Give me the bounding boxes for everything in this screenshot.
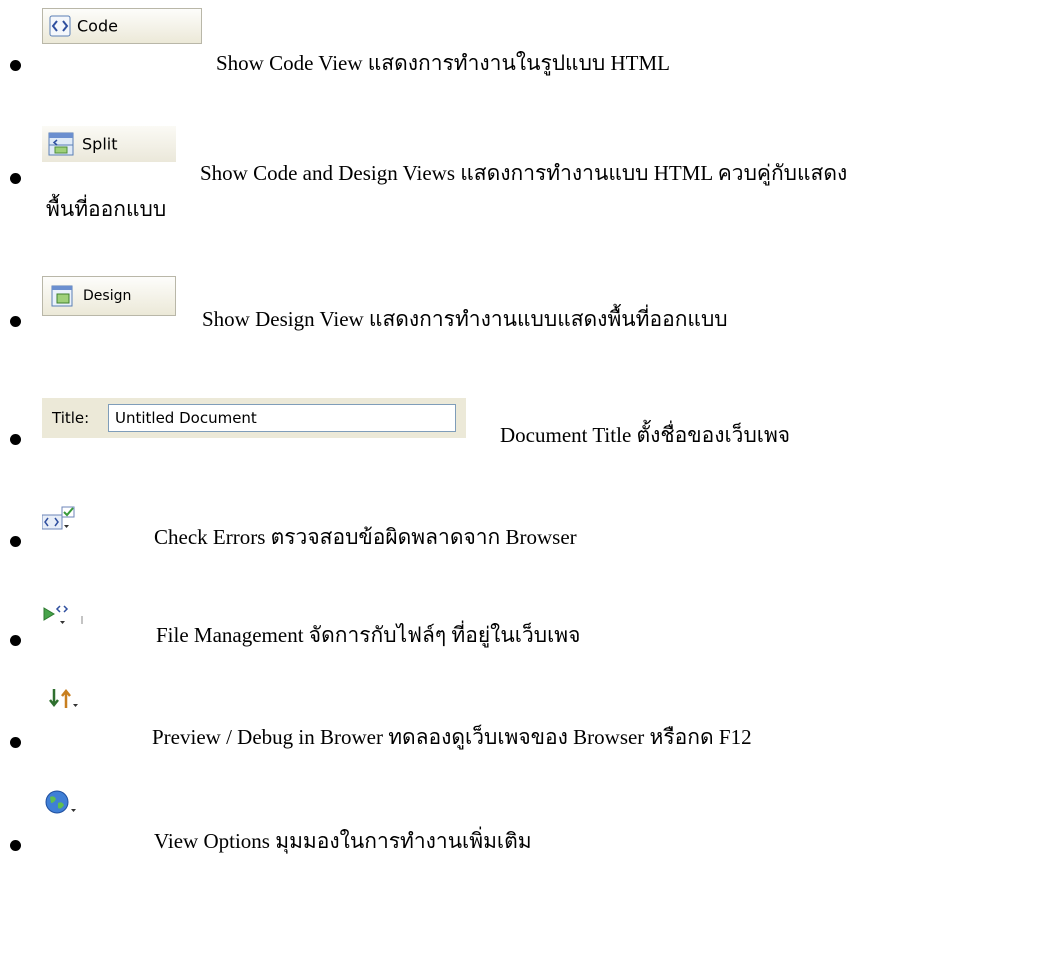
bullet bbox=[10, 840, 21, 851]
design-view-button[interactable]: Design bbox=[42, 276, 176, 316]
file-management-description: File Management จัดการกับไฟล์ๆ ที่อยู่ใน… bbox=[156, 623, 581, 647]
bullet bbox=[10, 737, 21, 748]
design-button-label: Design bbox=[83, 288, 132, 304]
file-management-icon[interactable] bbox=[42, 602, 88, 628]
view-options-description: View Options มุมมองในการทำงานเพิ่มเติม bbox=[154, 829, 532, 853]
code-view-button[interactable]: Code bbox=[42, 8, 202, 44]
split-button-label: Split bbox=[82, 134, 118, 154]
check-errors-description: Check Errors ตรวจสอบข้อผิดพลาดจาก Browse… bbox=[154, 525, 577, 549]
split-view-button[interactable]: Split bbox=[42, 126, 176, 162]
bullet bbox=[10, 316, 21, 327]
bullet bbox=[10, 635, 21, 646]
split-view-description: Show Code and Design Views แสดงการทำงานแ… bbox=[200, 161, 848, 185]
check-errors-icon[interactable] bbox=[42, 505, 78, 533]
bullet bbox=[10, 60, 21, 71]
title-bar: Title: Untitled Document bbox=[42, 398, 466, 438]
code-icon bbox=[49, 15, 71, 37]
design-icon bbox=[51, 285, 73, 307]
bullet bbox=[10, 434, 21, 445]
code-view-description: Show Code View แสดงการทำงานในรูปแบบ HTML bbox=[216, 51, 670, 75]
code-button-label: Code bbox=[77, 16, 118, 36]
globe-icon[interactable] bbox=[44, 789, 82, 819]
split-icon bbox=[48, 132, 74, 156]
preview-debug-icon[interactable] bbox=[46, 686, 82, 714]
bullet bbox=[10, 173, 21, 184]
design-view-description: Show Design View แสดงการทำงานแบบแสดงพื้น… bbox=[202, 307, 728, 331]
document-title-description: Document Title ตั้งชื่อของเว็บเพจ bbox=[500, 423, 791, 447]
preview-debug-description: Preview / Debug in Brower ทดลองดูเว็บเพจ… bbox=[152, 725, 752, 749]
bullet bbox=[10, 536, 21, 547]
title-input[interactable]: Untitled Document bbox=[108, 404, 456, 432]
split-view-description-continued: พื้นที่ออกแบบ bbox=[46, 197, 167, 221]
title-label: Title: bbox=[52, 409, 90, 427]
